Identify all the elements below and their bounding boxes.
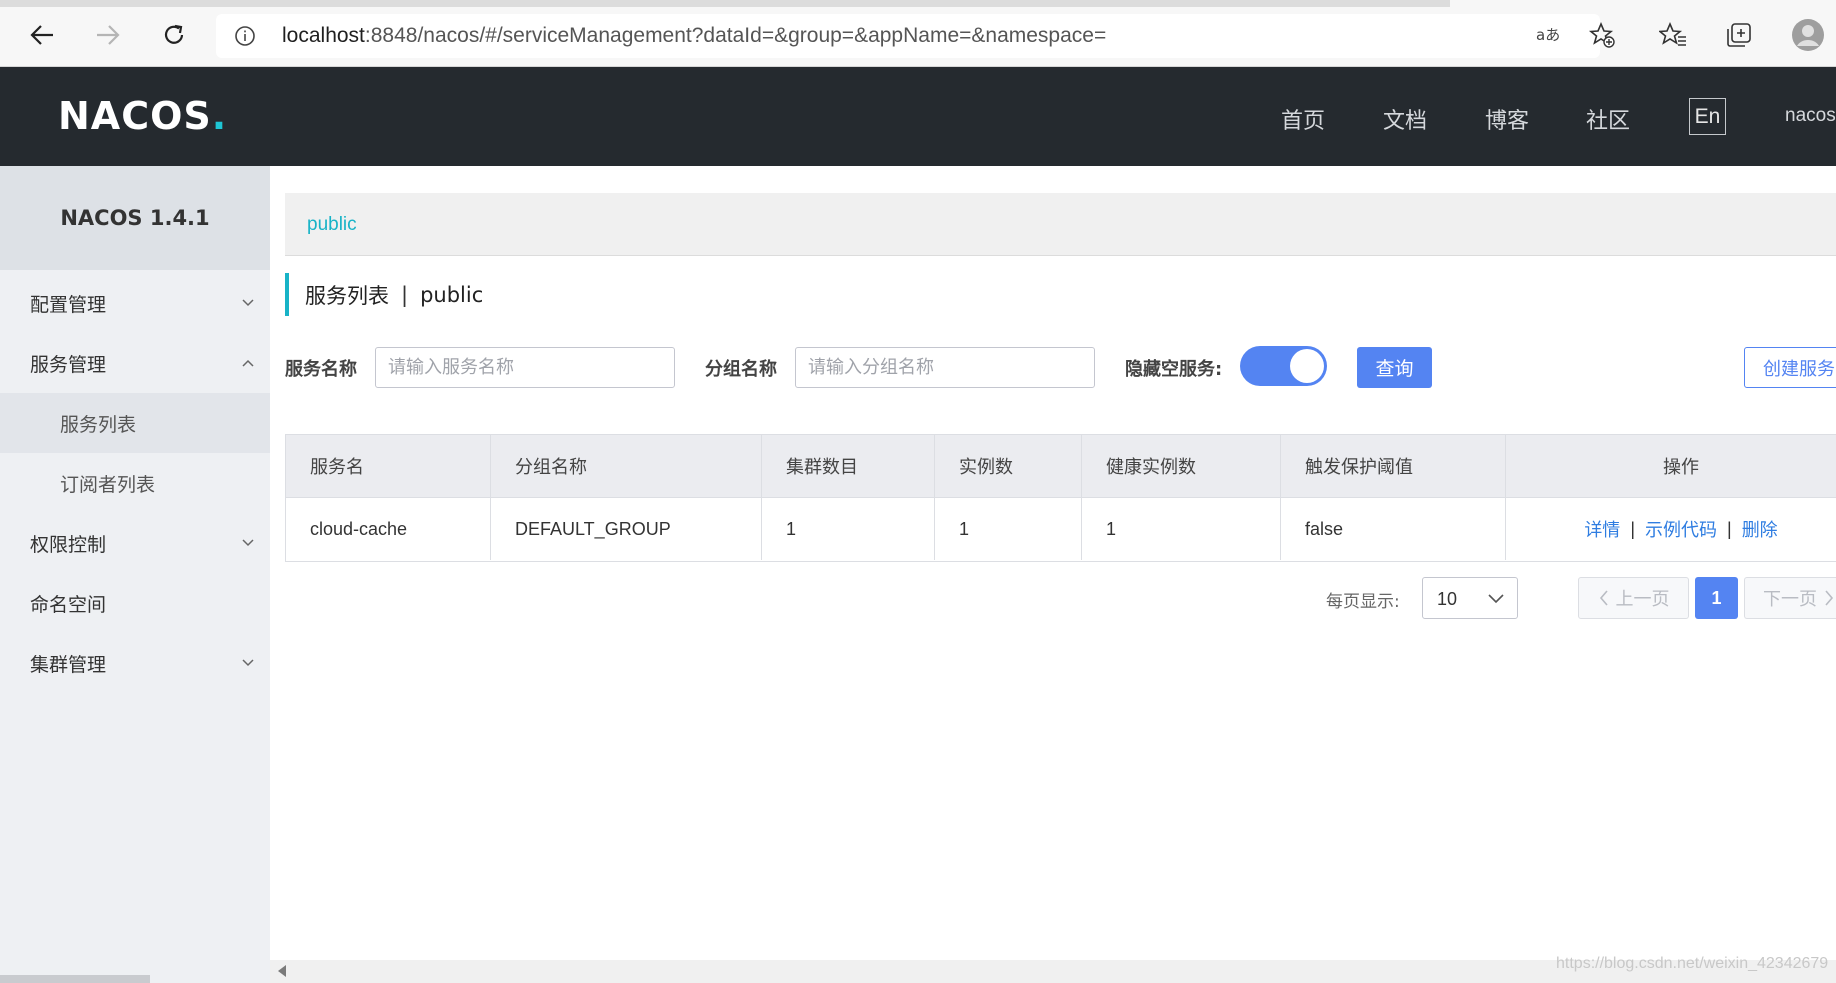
toggle-knob [1290,349,1324,383]
query-button[interactable]: 查询 [1357,347,1432,388]
page-size-select[interactable]: 10 [1422,577,1518,619]
sidebar-item-config-management[interactable]: 配置管理 [0,273,270,333]
scroll-left-arrow-icon[interactable] [278,965,286,977]
sidebar-version-title: NACOS 1.4.1 [0,166,270,270]
nav-community[interactable]: 社区 [1586,103,1630,135]
chevron-down-icon [242,539,254,547]
watermark-text: https://blog.csdn.net/weixin_42342679 [1556,955,1829,972]
cell-cluster-count: 1 [762,498,935,560]
column-header-healthy-instances[interactable]: 健康实例数 [1082,435,1281,497]
page-button-current[interactable]: 1 [1695,577,1738,619]
delete-link[interactable]: 删除 [1742,516,1778,542]
browser-toolbar: localhost:8848/nacos/#/serviceManagement… [0,0,1836,67]
create-service-button[interactable]: 创建服务 [1744,347,1836,388]
sidebar: NACOS 1.4.1 配置管理 服务管理 服务列表 订阅者列表 权限控制 命名… [0,166,270,983]
cell-instance-count: 1 [935,498,1082,560]
nav-blog[interactable]: 博客 [1485,103,1529,135]
collections-icon[interactable] [1722,18,1756,52]
column-header-protect-threshold[interactable]: 触发保护阈值 [1281,435,1506,497]
language-toggle-button[interactable]: En [1689,98,1726,135]
chevron-up-icon [242,359,254,367]
cell-protect-threshold: false [1281,498,1506,560]
sidebar-item-service-management[interactable]: 服务管理 [0,333,270,393]
group-name-label: 分组名称 [705,359,777,380]
page-title: 服务列表 | public [285,273,483,316]
details-link[interactable]: 详情 [1584,516,1620,542]
chevron-down-icon [242,299,254,307]
sidebar-item-subscriber-list[interactable]: 订阅者列表 [0,453,270,513]
chevron-down-icon [242,659,254,667]
table-header-row: 服务名 分组名称 集群数目 实例数 健康实例数 触发保护阈值 操作 [286,435,1836,498]
group-name-field[interactable] [796,348,1094,387]
sample-code-link[interactable]: 示例代码 [1645,516,1717,542]
hide-empty-services-toggle[interactable] [1240,346,1327,386]
add-favorite-icon[interactable] [1585,18,1619,52]
tab-strip [0,0,1836,7]
site-info-icon[interactable] [234,25,256,51]
profile-avatar-icon[interactable] [1791,18,1825,52]
chevron-right-icon [1825,590,1834,606]
nacos-logo[interactable]: NACOS. [58,94,227,138]
service-name-field[interactable] [376,348,674,387]
column-header-actions: 操作 [1663,457,1699,478]
page-size-label: 每页显示: [1326,592,1400,612]
url-text: localhost:8848/nacos/#/serviceManagement… [282,24,1107,47]
reload-icon[interactable] [156,17,192,53]
hide-empty-services-label: 隐藏空服务: [1125,359,1223,380]
chevron-left-icon [1599,590,1608,606]
sidebar-item-cluster-management[interactable]: 集群管理 [0,633,270,693]
nav-docs[interactable]: 文档 [1383,103,1427,135]
action-separator: | [1630,518,1635,539]
cell-actions: 详情 | 示例代码 | 删除 [1506,498,1836,560]
app-header: NACOS. 首页 文档 博客 社区 [0,67,1836,166]
group-name-input[interactable] [795,347,1095,388]
sidebar-item-namespace[interactable]: 命名空间 [0,573,270,633]
service-table: 服务名 分组名称 集群数目 实例数 健康实例数 触发保护阈值 操作 cloud-… [285,434,1836,562]
sidebar-item-access-control[interactable]: 权限控制 [0,513,270,573]
namespace-bar: public [285,193,1836,256]
service-name-input[interactable] [375,347,675,388]
prev-page-button[interactable]: 上一页 [1578,577,1689,619]
namespace-tab-public[interactable]: public [307,214,357,236]
table-row: cloud-cache DEFAULT_GROUP 1 1 1 false 详情… [286,498,1836,561]
sidebar-item-service-list[interactable]: 服务列表 [0,393,270,453]
column-header-group-name[interactable]: 分组名称 [491,435,762,497]
user-menu[interactable]: nacos [1785,105,1836,127]
chevron-down-icon [1488,594,1504,604]
column-header-service-name[interactable]: 服务名 [286,435,491,497]
service-name-label: 服务名称 [285,359,357,380]
cell-group-name: DEFAULT_GROUP [491,498,762,560]
sidebar-scroll-thumb[interactable] [0,975,150,983]
cell-healthy-instances: 1 [1082,498,1281,560]
svg-text:aあ: aあ [1536,26,1560,44]
address-bar[interactable]: localhost:8848/nacos/#/serviceManagement… [216,14,1600,58]
back-arrow-icon[interactable] [24,17,60,53]
favorites-icon[interactable] [1656,18,1690,52]
next-page-button[interactable]: 下一页 [1744,577,1836,619]
translate-icon[interactable]: aあ [1532,18,1566,52]
cell-service-name: cloud-cache [286,498,491,560]
column-header-instance-count[interactable]: 实例数 [935,435,1082,497]
nav-home[interactable]: 首页 [1281,103,1325,135]
column-header-cluster-count[interactable]: 集群数目 [762,435,935,497]
action-separator: | [1727,518,1732,539]
forward-arrow-icon[interactable] [90,17,126,53]
